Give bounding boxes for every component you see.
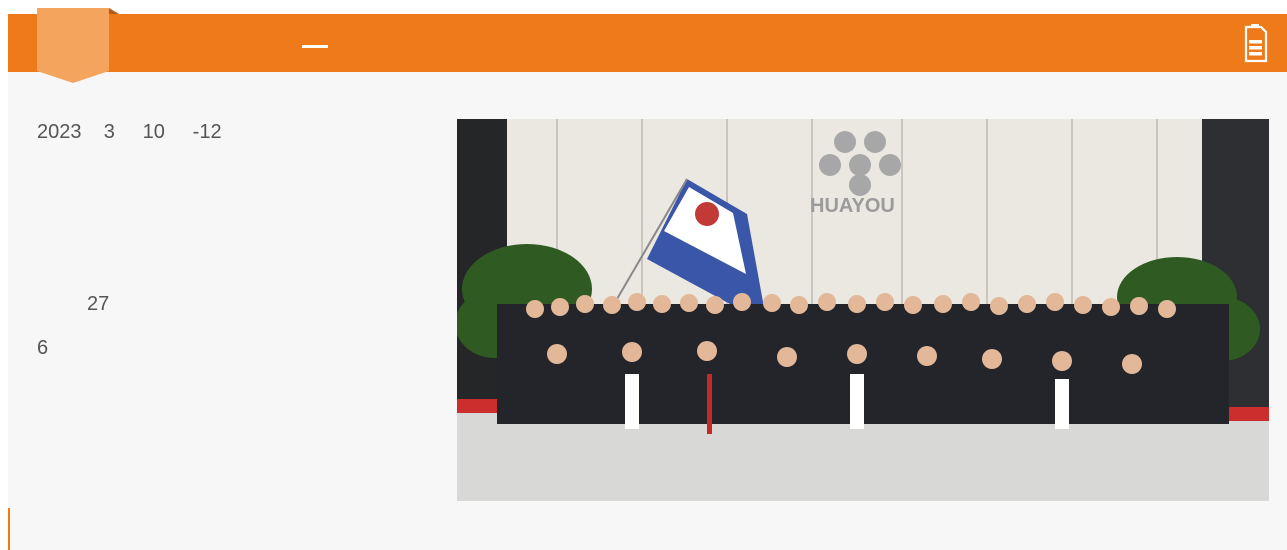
photo-logo-text: HUAYOU <box>810 195 895 217</box>
left-accent-line <box>8 508 10 550</box>
document-icon[interactable] <box>1241 23 1269 63</box>
article-six-line: 6 <box>37 337 49 359</box>
section-header-bar <box>8 14 1287 72</box>
article-count-line: 27 <box>37 293 110 315</box>
group-photo: HUAYOU <box>457 119 1269 501</box>
article-date-line: 2023 3 10 -12 <box>37 121 222 143</box>
bookmark-ribbon-icon <box>37 8 109 83</box>
ribbon-fold <box>109 8 119 14</box>
title-dash <box>302 45 328 48</box>
